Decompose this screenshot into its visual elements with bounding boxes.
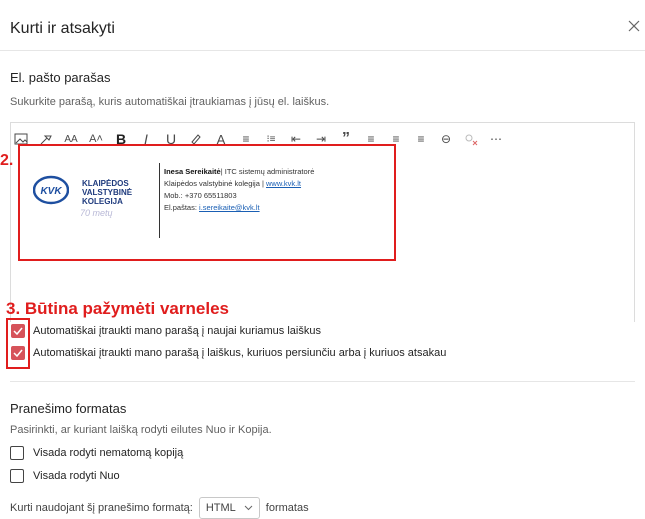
close-icon: [628, 20, 640, 32]
compose-format-row: Kurti naudojant šį pranešimo formatą: HT…: [10, 497, 309, 519]
message-format-title: Pranešimo formatas: [10, 401, 127, 416]
chevron-down-icon: [244, 505, 253, 511]
close-button[interactable]: [626, 18, 642, 34]
checkmark-icon: [13, 349, 23, 358]
signature-name: Inesa Sereikaitė: [164, 167, 221, 176]
auto-signature-reply-label: Automatiškai įtraukti mano parašą į laiš…: [33, 347, 447, 359]
auto-signature-reply-checkbox[interactable]: [11, 346, 25, 360]
always-show-bcc-checkbox[interactable]: [10, 446, 24, 460]
logo-anniversary-script: 70 metų: [80, 208, 113, 218]
signature-website-link[interactable]: www.kvk.lt: [266, 179, 301, 188]
signature-divider: [159, 163, 160, 238]
svg-text:KVK: KVK: [40, 186, 62, 197]
message-format-description: Pasirinkti, ar kuriant laišką rodyti eil…: [10, 424, 272, 436]
auto-signature-new-label: Automatiškai įtraukti mano parašą į nauj…: [33, 325, 321, 337]
unlink-icon[interactable]: [464, 132, 478, 146]
signature-section-description: Sukurkite parašą, kuris automatiškai įtr…: [10, 96, 330, 108]
compose-format-select[interactable]: HTML: [198, 497, 260, 519]
kvk-logo: KVK: [32, 175, 70, 205]
section-divider: [10, 381, 635, 382]
signature-email-label: El.paštas:: [164, 203, 200, 212]
signature-email-link[interactable]: i.sereikaite@kvk.lt: [199, 203, 260, 212]
dialog-title: Kurti ir atsakyti: [10, 20, 115, 37]
compose-format-suffix: formatas: [265, 502, 309, 514]
always-show-from-label: Visada rodyti Nuo: [33, 470, 120, 482]
align-right-icon[interactable]: ≡: [414, 132, 428, 146]
always-show-from-checkbox[interactable]: [10, 469, 24, 483]
signature-role: | ITC sistemų administratorė: [220, 167, 315, 176]
signature-phone: Mob.: +370 65511803: [164, 191, 237, 200]
compose-format-prefix: Kurti naudojant šį pranešimo formatą:: [10, 502, 193, 514]
link-icon[interactable]: ⊖: [439, 132, 453, 146]
signature-section-title: El. pašto parašas: [10, 70, 111, 85]
more-icon[interactable]: ⋯: [489, 132, 503, 146]
annotation-number-2: 2.: [0, 152, 14, 169]
header-divider: [0, 50, 645, 51]
signature-org: Klaipėdos valstybinė kolegija |: [164, 179, 267, 188]
signature-text: Inesa Sereikaitė| ITC sistemų administra…: [164, 166, 314, 214]
auto-signature-new-checkbox[interactable]: [11, 324, 25, 338]
checkmark-icon: [13, 327, 23, 336]
compose-format-value: HTML: [205, 502, 236, 514]
logo-text: KLAIPĖDOS VALSTYBINĖ KOLEGIJA: [82, 179, 133, 206]
always-show-bcc-label: Visada rodyti nematomą kopiją: [33, 447, 184, 459]
annotation-must-check: 3. Būtina pažymėti varneles: [6, 299, 229, 318]
